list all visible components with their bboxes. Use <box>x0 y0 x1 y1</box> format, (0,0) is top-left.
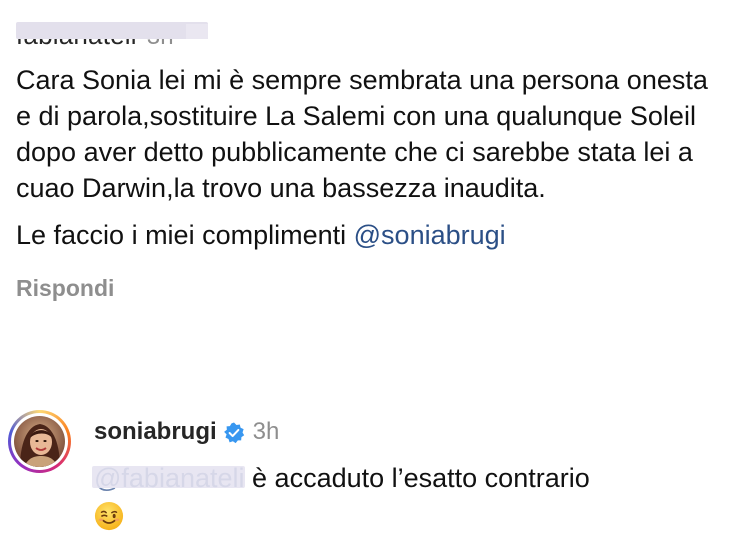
avatar-photo <box>14 416 65 467</box>
avatar[interactable] <box>8 410 71 473</box>
comment-thread: fabianateli3h Cara Sonia lei mi è sempre… <box>0 0 740 550</box>
mention-link[interactable]: @soniabrugi <box>354 220 506 250</box>
wink-emoji-icon <box>94 501 124 531</box>
redacted-mention-link[interactable]: @fabianateli <box>92 460 245 496</box>
verified-badge-icon <box>223 421 245 444</box>
redaction-bar-extension <box>186 24 208 39</box>
reply-time: 3h <box>252 418 280 445</box>
reply-text: @fabianateli è accaduto l’esatto contrar… <box>92 460 724 532</box>
reply-message: è accaduto l’esatto contrario <box>252 463 590 493</box>
top-comment-paragraph-2-text: Le faccio i miei complimenti <box>16 220 347 250</box>
redaction-overlay <box>92 466 245 488</box>
reply-username[interactable]: soniabrugi <box>94 416 217 448</box>
reply-button[interactable]: Rispondi <box>16 275 114 302</box>
top-comment: fabianateli3h Cara Sonia lei mi è sempre… <box>16 22 716 302</box>
top-comment-meta: fabianateli3h <box>16 22 716 52</box>
top-comment-paragraph-2: Le faccio i miei complimenti @soniabrugi <box>16 217 716 253</box>
top-comment-text: Cara Sonia lei mi è sempre sembrata una … <box>16 62 716 253</box>
redaction-bar <box>16 22 208 39</box>
top-comment-paragraph-1: Cara Sonia lei mi è sempre sembrata una … <box>16 65 708 203</box>
reply-body: soniabrugi 3h @fabianateli è accaduto l’… <box>92 416 724 532</box>
reply-meta: soniabrugi 3h <box>94 416 724 448</box>
